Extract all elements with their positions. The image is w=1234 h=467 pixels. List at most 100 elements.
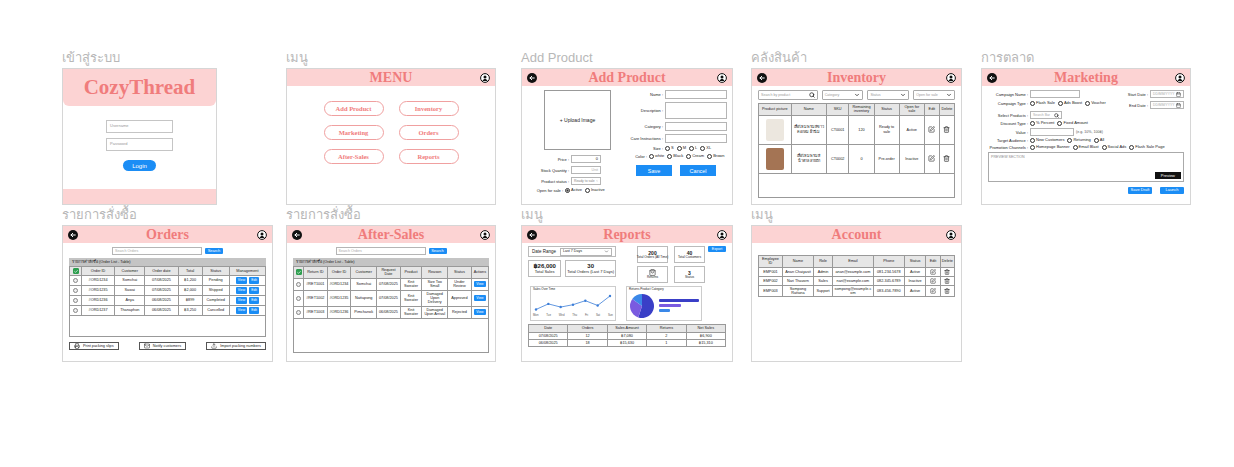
radio-dot[interactable] (1030, 145, 1035, 150)
calendar-icon[interactable] (1176, 92, 1181, 97)
view-button[interactable]: View (474, 281, 485, 287)
row-select[interactable] (73, 298, 78, 303)
preview-button[interactable]: Preview (1155, 172, 1181, 179)
radio-option[interactable]: Flash Sale (1030, 101, 1055, 106)
radio-option[interactable]: New Customers (1030, 138, 1064, 143)
save-draft-button[interactable]: Save Draft (1128, 187, 1152, 194)
user-account-icon[interactable] (480, 73, 490, 83)
campaign-name-input[interactable] (1030, 90, 1080, 98)
calendar-icon[interactable] (1176, 103, 1181, 108)
radio-option[interactable]: M (677, 146, 686, 151)
back-arrow-icon[interactable] (757, 73, 767, 83)
edit-button[interactable]: Edit (249, 297, 259, 303)
edit-icon[interactable] (930, 278, 936, 284)
search-input[interactable]: Search Orders (112, 247, 202, 255)
radio-dot[interactable] (677, 146, 682, 151)
radio-dot[interactable] (1057, 121, 1062, 126)
row-select[interactable] (73, 288, 78, 293)
radio-dot[interactable] (1030, 138, 1035, 143)
radio-option[interactable]: % Percent (1030, 121, 1054, 126)
radio-dot[interactable] (1085, 101, 1090, 106)
row-select[interactable] (73, 278, 78, 283)
filter-select[interactable]: Category (822, 90, 864, 100)
edit-icon[interactable] (930, 269, 936, 275)
radio-dot[interactable] (649, 154, 654, 159)
user-account-icon[interactable] (480, 230, 490, 240)
view-button[interactable]: View (474, 295, 485, 301)
user-account-icon[interactable] (946, 230, 956, 240)
radio-option[interactable]: L (689, 146, 697, 151)
edit-icon[interactable] (930, 288, 936, 294)
view-button[interactable]: View (236, 277, 247, 283)
back-arrow-icon[interactable] (527, 73, 537, 83)
select-all-checkbox[interactable] (73, 268, 79, 274)
view-button[interactable]: View (236, 297, 247, 303)
search-icon[interactable] (809, 92, 815, 98)
radio-option[interactable]: Cream (686, 154, 704, 159)
username-input[interactable]: Username (106, 120, 173, 133)
filter-select[interactable]: Status (867, 90, 909, 100)
edit-button[interactable]: Edit (249, 277, 259, 283)
radio-option[interactable]: Fixed Amount (1057, 121, 1087, 126)
user-account-icon[interactable] (717, 230, 727, 240)
export-button[interactable]: Export (708, 246, 726, 252)
radio-dot[interactable] (565, 188, 570, 193)
radio-option[interactable]: Active (565, 188, 582, 193)
menu-item[interactable]: Reports (399, 149, 459, 164)
search-button[interactable]: Search (429, 248, 447, 255)
radio-dot[interactable] (1129, 145, 1134, 150)
search-button[interactable]: Search (205, 248, 223, 255)
password-input[interactable]: Password (106, 138, 173, 151)
row-select[interactable] (296, 282, 301, 287)
radio-option[interactable]: Flash Sale Page (1129, 145, 1164, 150)
text-input[interactable] (665, 122, 727, 131)
radio-dot[interactable] (667, 154, 672, 159)
radio-dot[interactable] (1067, 138, 1072, 143)
action-button[interactable]: Print packing slips (69, 342, 119, 350)
date-input[interactable]: DD/MM/YYYY (1150, 90, 1184, 98)
radio-dot[interactable] (1030, 121, 1035, 126)
user-account-icon[interactable] (257, 230, 267, 240)
radio-option[interactable]: XL (700, 146, 711, 151)
cancel-button[interactable]: Cancel (680, 165, 716, 176)
radio-dot[interactable] (686, 154, 691, 159)
filter-select[interactable]: Open for sale (913, 90, 955, 100)
radio-option[interactable]: Voucher (1085, 101, 1106, 106)
radio-option[interactable]: Brown (707, 154, 724, 159)
view-button[interactable]: View (236, 287, 247, 293)
stock-input[interactable]: Unit (571, 166, 601, 174)
delete-icon[interactable] (944, 269, 950, 275)
radio-dot[interactable] (585, 188, 590, 193)
radio-option[interactable]: Social Ads (1102, 145, 1127, 150)
search-input[interactable]: Search by product (758, 90, 818, 100)
edit-icon[interactable] (928, 126, 935, 133)
delete-icon[interactable] (944, 278, 950, 284)
menu-item[interactable]: Inventory (399, 101, 459, 116)
user-account-icon[interactable] (946, 73, 956, 83)
action-button[interactable]: Notify customers (139, 342, 186, 350)
product-search-input[interactable]: Search Bar (1030, 111, 1062, 119)
radio-dot[interactable] (1030, 101, 1035, 106)
upload-image-box[interactable]: + Upload Image (544, 90, 611, 150)
text-input[interactable] (665, 90, 727, 99)
login-button[interactable]: Login (123, 160, 156, 171)
save-button[interactable]: Save (636, 165, 672, 176)
delete-icon[interactable] (943, 126, 950, 133)
radio-option[interactable]: All (1094, 138, 1104, 143)
row-select[interactable] (296, 296, 301, 301)
price-input[interactable]: 0 (571, 155, 601, 163)
radio-dot[interactable] (1094, 138, 1099, 143)
back-arrow-icon[interactable] (68, 230, 78, 240)
edit-button[interactable]: Edit (249, 287, 259, 293)
row-select[interactable] (73, 308, 78, 313)
select-all-checkbox[interactable] (296, 269, 302, 275)
radio-option[interactable]: Inactive (585, 188, 605, 193)
back-arrow-icon[interactable] (527, 230, 537, 240)
launch-button[interactable]: Launch (1160, 187, 1184, 194)
user-account-icon[interactable] (1175, 73, 1185, 83)
menu-item[interactable]: After-Sales (324, 149, 384, 164)
radio-dot[interactable] (700, 146, 705, 151)
menu-item[interactable]: Add Product (324, 101, 384, 116)
menu-item[interactable]: Marketing (324, 125, 384, 140)
search-icon[interactable] (1054, 113, 1059, 118)
